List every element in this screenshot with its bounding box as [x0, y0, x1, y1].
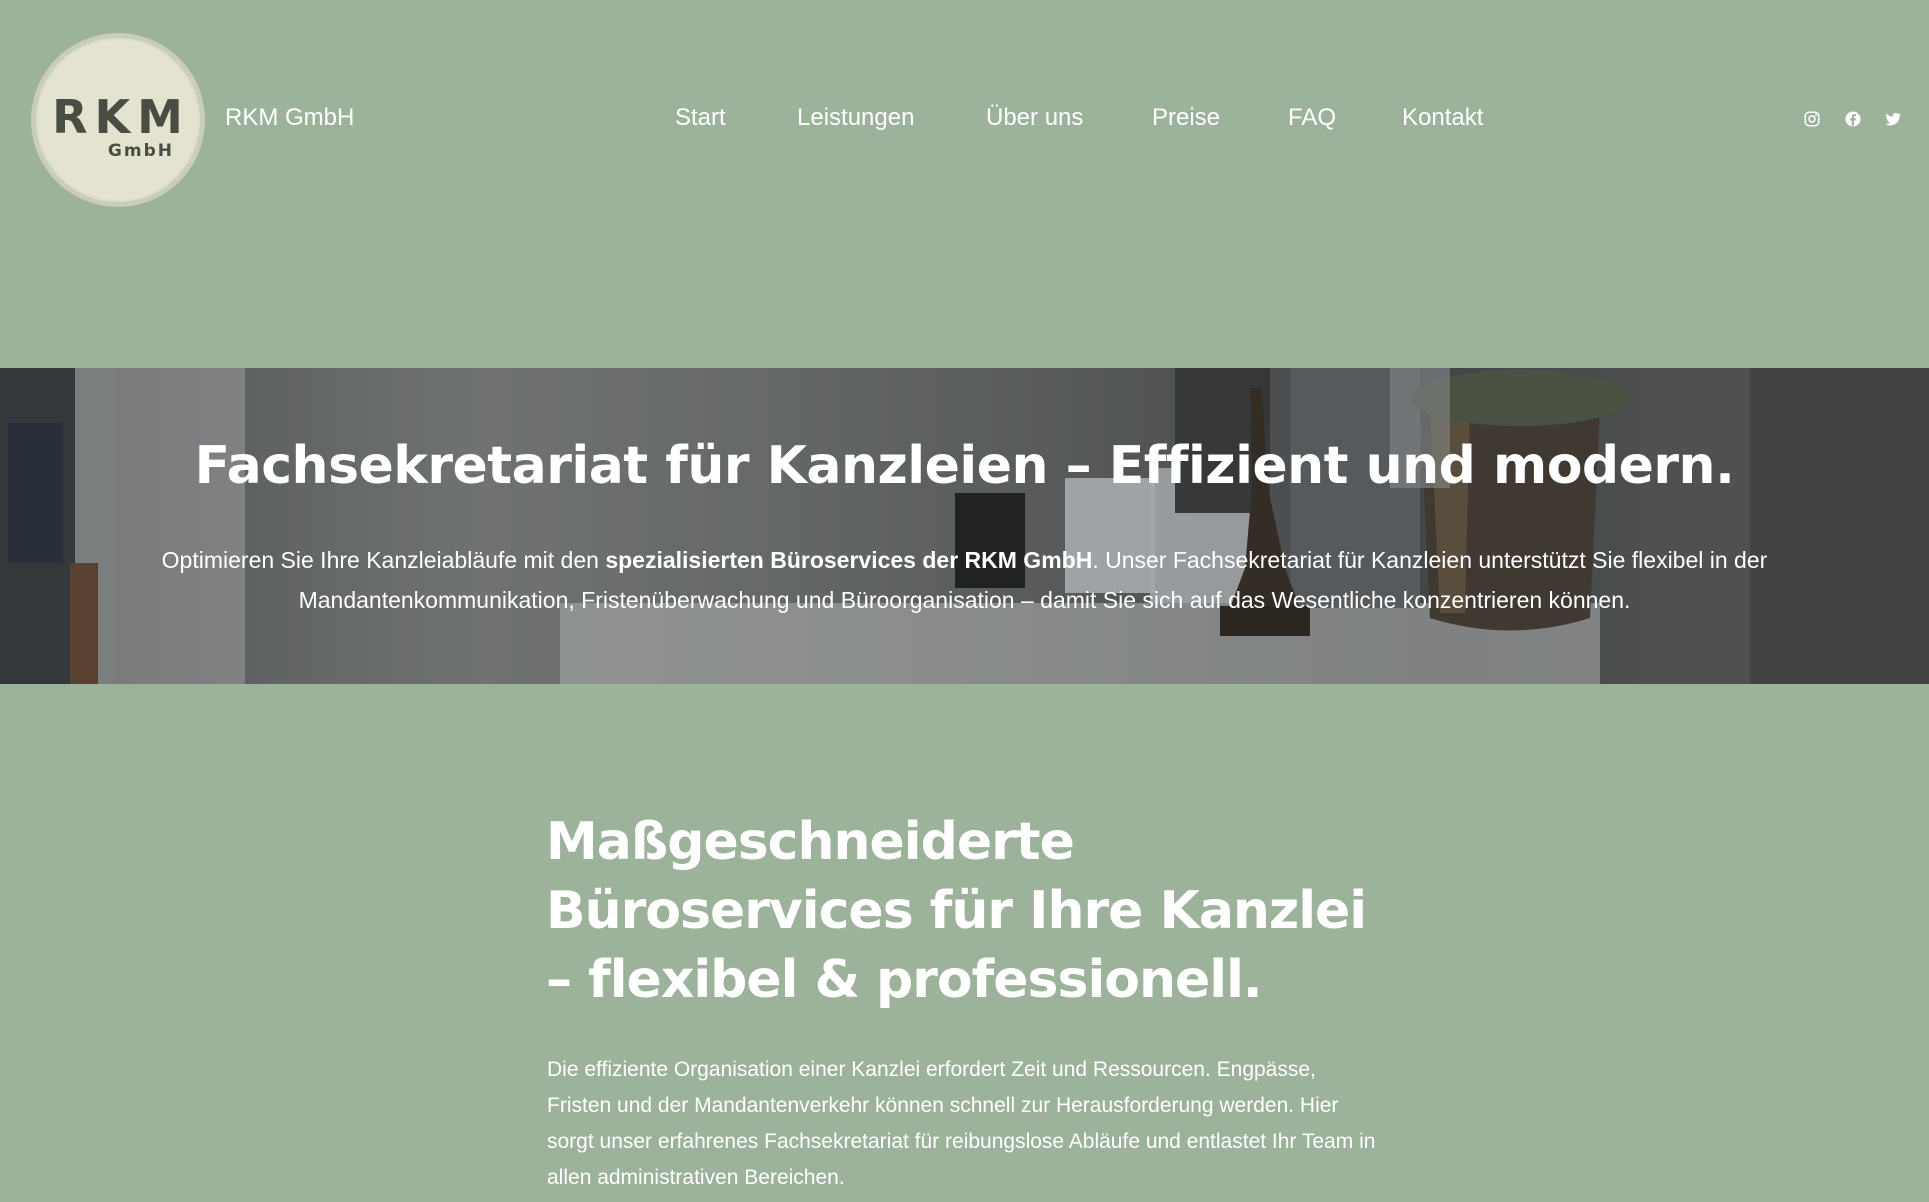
section-title: Maßgeschneiderte Büroservices für Ihre K…: [546, 812, 1367, 1010]
nav-item-kontakt[interactable]: Kontakt: [1402, 104, 1483, 132]
nav-item-ueber-uns[interactable]: Über uns: [986, 104, 1083, 132]
hero-banner: Fachsekretariat für Kanzleien – Effizien…: [0, 368, 1929, 684]
logo-main-text: RKM: [52, 90, 190, 144]
twitter-icon[interactable]: [1884, 110, 1902, 130]
facebook-icon[interactable]: [1844, 110, 1862, 130]
hero-title: Fachsekretariat für Kanzleien – Effizien…: [194, 436, 1735, 496]
site-name[interactable]: RKM GmbH: [225, 104, 354, 132]
instagram-icon[interactable]: [1803, 110, 1821, 130]
hero-text-highlight: spezialisierten Büroservices der RKM Gmb…: [605, 547, 1093, 573]
logo-sub-text: GmbH: [107, 141, 174, 161]
hero-text: Optimieren Sie Ihre Kanzleiabläufe mit d…: [120, 540, 1809, 620]
logo[interactable]: RKM GmbH: [31, 33, 205, 207]
site-header: RKM GmbH RKM GmbH Start Leistungen Über …: [0, 0, 1929, 240]
section-text: Die effiziente Organisation einer Kanzle…: [547, 1058, 1376, 1189]
nav-item-leistungen[interactable]: Leistungen: [797, 104, 914, 132]
hero-overlay: [0, 368, 1929, 684]
nav-item-faq[interactable]: FAQ: [1288, 104, 1336, 132]
nav-item-preise[interactable]: Preise: [1152, 104, 1220, 132]
hero-text-intro: Optimieren Sie Ihre Kanzleiabläufe mit d…: [161, 547, 606, 573]
nav-item-start[interactable]: Start: [675, 104, 726, 132]
